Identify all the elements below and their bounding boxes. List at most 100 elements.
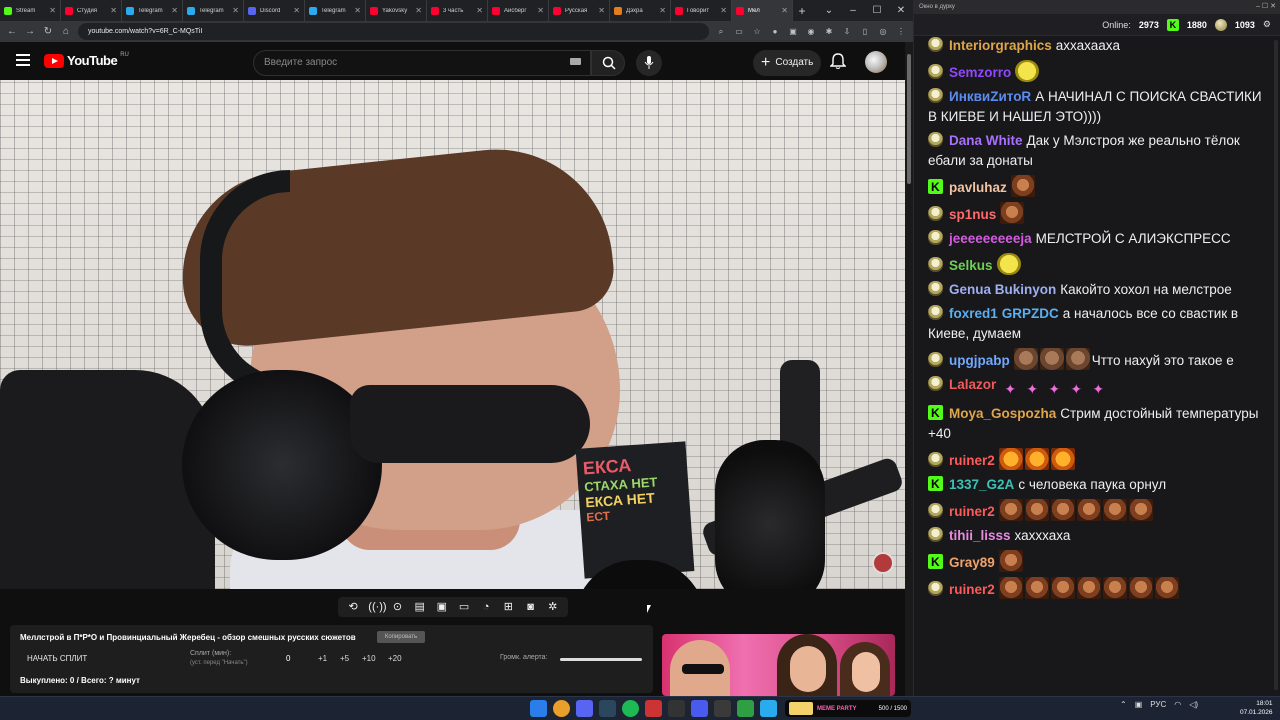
minimize-button[interactable]: – bbox=[841, 0, 865, 21]
settings-gear-icon[interactable]: ✲ bbox=[546, 600, 560, 614]
tray-app-icon[interactable]: ▣ bbox=[1135, 700, 1143, 709]
browser-tab[interactable]: Stream ✕ bbox=[0, 0, 61, 21]
chat-scrollbar[interactable] bbox=[1274, 40, 1278, 690]
chat-username[interactable]: pavluhaz bbox=[949, 180, 1007, 195]
browser-tab[interactable]: Русская ✕ bbox=[549, 0, 610, 21]
cast-icon[interactable]: ▭ bbox=[733, 26, 745, 38]
copy-title-button[interactable]: Копировать bbox=[377, 631, 425, 643]
chat-username[interactable]: upgjpabp bbox=[949, 353, 1010, 368]
voice-search-button[interactable] bbox=[636, 50, 662, 76]
tab-close-icon[interactable]: ✕ bbox=[781, 6, 788, 15]
tab-close-icon[interactable]: ✕ bbox=[659, 6, 666, 15]
app-icon-dark[interactable] bbox=[668, 700, 685, 717]
alert-volume-slider[interactable] bbox=[560, 658, 642, 661]
keyboard-icon[interactable] bbox=[570, 58, 581, 65]
bookmark-star-icon[interactable]: ☆ bbox=[751, 26, 763, 38]
loop-icon[interactable]: ⟲ bbox=[346, 600, 360, 614]
browser-tab[interactable]: Telegram ✕ bbox=[305, 0, 366, 21]
search-input[interactable]: Введите запрос bbox=[253, 50, 591, 76]
discord-icon[interactable] bbox=[576, 700, 593, 717]
obs-icon[interactable] bbox=[714, 700, 731, 717]
app-icon-red[interactable] bbox=[645, 700, 662, 717]
taskbar-clock[interactable]: 18:01 07.01.2026 bbox=[1240, 699, 1273, 717]
more-menu-icon[interactable]: ⋮ bbox=[895, 26, 907, 38]
chat-username[interactable]: Selkus bbox=[949, 258, 993, 273]
chat-username[interactable]: ruiner2 bbox=[949, 582, 995, 597]
tab-close-icon[interactable]: ✕ bbox=[171, 6, 178, 15]
chat-window-controls[interactable]: – ☐ ✕ bbox=[1256, 0, 1276, 14]
chat-username[interactable]: ruiner2 bbox=[949, 453, 995, 468]
steam-icon[interactable] bbox=[599, 700, 616, 717]
youtube-logo[interactable]: YouTube RU bbox=[44, 52, 129, 68]
speed-gauge-icon[interactable]: ◔ bbox=[479, 600, 493, 614]
settings-icon[interactable]: ⚙ bbox=[1263, 19, 1271, 30]
tab-close-icon[interactable]: ✕ bbox=[354, 6, 361, 15]
split-add-1-button[interactable]: +1 bbox=[318, 654, 327, 663]
browser-tab[interactable]: Telegram ✕ bbox=[122, 0, 183, 21]
chat-username[interactable]: Dana White bbox=[949, 133, 1023, 148]
tab-search-icon[interactable]: ⌄ bbox=[817, 0, 841, 21]
picture-in-picture-icon[interactable]: ▣ bbox=[435, 600, 449, 614]
chat-username[interactable]: Interiorgraphics bbox=[949, 38, 1052, 53]
downloads-icon[interactable]: ⇩ bbox=[841, 26, 853, 38]
notifications-bell-icon[interactable] bbox=[829, 53, 848, 71]
chat-username[interactable]: Lalazor bbox=[949, 377, 996, 392]
watch-later-icon[interactable]: ⊙ bbox=[390, 600, 404, 614]
chat-username[interactable]: Genua Bukinyon bbox=[949, 282, 1056, 297]
split-add-10-button[interactable]: +10 bbox=[362, 654, 376, 663]
chat-username[interactable]: sp1nus bbox=[949, 207, 996, 222]
browser-tab[interactable]: Дэхра ✕ bbox=[610, 0, 671, 21]
start-split-button[interactable]: НАЧАТЬ СПЛИТ bbox=[27, 654, 87, 663]
scrollbar-thumb[interactable] bbox=[907, 54, 911, 184]
telegram-icon[interactable] bbox=[760, 700, 777, 717]
chat-username[interactable]: Moya_Gospozha bbox=[949, 406, 1056, 421]
browser-tab[interactable]: Discord ✕ bbox=[244, 0, 305, 21]
wifi-icon[interactable]: ◠ bbox=[1174, 700, 1181, 709]
app-icon-green[interactable] bbox=[737, 700, 754, 717]
video-player[interactable]: ЕКСА СТАХА НЕТ ЕКСА НЕТ ЕСТ bbox=[0, 80, 905, 589]
browser-tab[interactable]: 3 часть ✕ bbox=[427, 0, 488, 21]
hamburger-menu-icon[interactable] bbox=[16, 54, 30, 66]
close-button[interactable]: ✕ bbox=[889, 0, 913, 21]
tray-lang[interactable]: РУС bbox=[1150, 700, 1166, 709]
account-avatar[interactable] bbox=[865, 51, 887, 73]
browser-tab[interactable]: Студия ✕ bbox=[61, 0, 122, 21]
extension-puzzle-icon[interactable]: ▣ bbox=[787, 26, 799, 38]
reload-icon[interactable]: ↻ bbox=[42, 26, 54, 37]
create-button[interactable]: + Создать bbox=[753, 50, 821, 76]
browser-tab[interactable]: Telegram ✕ bbox=[183, 0, 244, 21]
chat-username[interactable]: foxred1 bbox=[949, 306, 998, 321]
chat-username[interactable]: tihii_lisss bbox=[949, 528, 1011, 543]
tab-close-icon[interactable]: ✕ bbox=[110, 6, 117, 15]
chat-username[interactable]: 1337_G2A bbox=[949, 477, 1014, 492]
page-scrollbar[interactable] bbox=[905, 42, 913, 696]
spotify-icon[interactable] bbox=[622, 700, 639, 717]
chat-username-mention[interactable]: GRPZDC bbox=[1002, 306, 1059, 321]
sidepanel-icon[interactable]: ▯ bbox=[859, 26, 871, 38]
theater-mode-icon[interactable]: ▭ bbox=[457, 600, 471, 614]
tab-close-icon[interactable]: ✕ bbox=[537, 6, 544, 15]
taskbar-media-widget[interactable]: MEME PARTY 500 / 1500 bbox=[785, 700, 911, 717]
extension-record-icon[interactable]: ◉ bbox=[805, 26, 817, 38]
channel-watermark-icon[interactable] bbox=[872, 552, 894, 574]
tab-close-icon[interactable]: ✕ bbox=[476, 6, 483, 15]
chrome-icon[interactable] bbox=[553, 700, 570, 717]
tab-close-icon[interactable]: ✕ bbox=[49, 6, 56, 15]
chat-username[interactable]: jeeeeeeeeeja bbox=[949, 231, 1032, 246]
maximize-button[interactable]: ☐ bbox=[865, 0, 889, 21]
screenshot-camera-icon[interactable]: ◙ bbox=[524, 600, 538, 614]
tab-close-icon[interactable]: ✕ bbox=[232, 6, 239, 15]
back-icon[interactable]: ← bbox=[6, 26, 18, 37]
browser-tab[interactable]: Айсберг ✕ bbox=[488, 0, 549, 21]
tab-close-icon[interactable]: ✕ bbox=[598, 6, 605, 15]
tray-arrow-icon[interactable]: ⌃ bbox=[1120, 700, 1127, 709]
tab-close-icon[interactable]: ✕ bbox=[415, 6, 422, 15]
app-icon-blue[interactable] bbox=[691, 700, 708, 717]
new-tab-button[interactable]: + bbox=[793, 4, 811, 18]
zoom-icon[interactable]: ⌕ bbox=[715, 26, 727, 38]
promo-banner[interactable] bbox=[662, 634, 895, 696]
search-button[interactable] bbox=[591, 50, 625, 76]
chat-username[interactable]: Gray89 bbox=[949, 555, 995, 570]
volume-icon[interactable]: ◁) bbox=[1189, 700, 1198, 709]
profile-icon[interactable]: ◎ bbox=[877, 26, 889, 38]
